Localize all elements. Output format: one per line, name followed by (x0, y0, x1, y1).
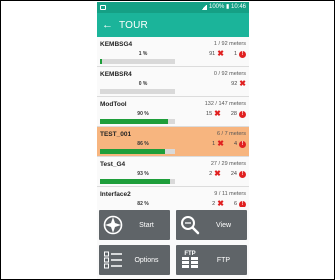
options-button[interactable]: Options (99, 245, 170, 275)
tour-counts: 1 ✖ 4 ! (212, 140, 246, 148)
error-count: 92 (231, 81, 238, 87)
alert-count: 28 (230, 111, 237, 117)
signal-icon (201, 5, 207, 10)
list-item[interactable]: KEMBSG4 1 / 92 meters 1 % 91 ✖ 1 ! (97, 37, 249, 67)
view-label: View (215, 221, 232, 229)
ftp-label: FTP (216, 256, 231, 264)
alert-icon: ! (239, 140, 246, 148)
start-button[interactable]: Start (99, 210, 170, 240)
tour-meters: 9 / 11 meters (214, 191, 246, 197)
tour-meters: 1 / 92 meters (213, 41, 246, 47)
ftp-server-icon: FTP (176, 245, 204, 275)
list-item[interactable]: Interface2 9 / 11 meters 82 % 2 ✖ 6 ! (97, 187, 249, 207)
error-count: 1 (212, 141, 216, 147)
tour-percent: 1 % (138, 51, 148, 57)
tour-percent: 0 % (138, 81, 148, 87)
tour-percent: 90 % (137, 111, 149, 117)
progress-bar (100, 179, 175, 184)
tour-name: KEMBSG4 (100, 41, 133, 48)
status-text: 100% ▮ 10:46 (209, 4, 246, 10)
tour-percent: 86 % (137, 141, 149, 147)
start-label: Start (139, 221, 154, 229)
tour-name: Interface2 (100, 191, 131, 198)
tour-counts: 91 ✖ 1 ! (209, 50, 246, 58)
magnifier-icon (176, 210, 204, 240)
play-icon (99, 210, 127, 240)
progress-bar (100, 119, 175, 124)
progress-bar (100, 149, 175, 154)
alert-count: 4 (233, 141, 237, 147)
tour-percent: 93 % (137, 171, 149, 177)
tour-counts: 15 ✖ 28 ! (206, 110, 246, 118)
progress-fill (100, 59, 102, 64)
error-x-icon: ✖ (217, 139, 224, 148)
tour-counts: 92 ✖ (231, 80, 246, 88)
progress-bar (100, 59, 175, 64)
tour-meters: 0 / 92 meters (213, 71, 246, 77)
notification-icon (100, 5, 106, 10)
action-buttons: Start View Options FTP FTP (97, 207, 249, 279)
checklist-icon (99, 245, 127, 275)
view-button[interactable]: View (176, 210, 247, 240)
tour-meters: 6 / 7 meters (216, 131, 246, 137)
alert-icon: ! (239, 110, 246, 118)
error-count: 15 (206, 111, 213, 117)
tour-name: Test_G4 (100, 161, 126, 168)
progress-bar (100, 89, 175, 94)
tour-counts: 2 ✖ 6 ! (212, 200, 246, 207)
status-bar: 100% ▮ 10:46 (97, 2, 249, 13)
tour-list[interactable]: KEMBSG4 1 / 92 meters 1 % 91 ✖ 1 ! KEMBS… (97, 37, 249, 207)
options-label: Options (134, 256, 159, 264)
progress-fill (100, 119, 168, 124)
list-item[interactable]: ModTool 132 / 147 meters 90 % 15 ✖ 28 ! (97, 97, 249, 127)
tour-name: TEST_001 (100, 131, 132, 138)
list-item-selected[interactable]: TEST_001 6 / 7 meters 86 % 1 ✖ 4 ! (97, 127, 249, 157)
tour-counts: 2 ✖ 24 ! (209, 170, 246, 178)
alert-icon: ! (239, 170, 246, 178)
progress-fill (100, 149, 165, 154)
back-arrow-icon[interactable]: ← (102, 19, 113, 31)
ftp-icon-text: FTP (184, 251, 195, 257)
app-bar: ← TOUR (97, 13, 249, 37)
phone-screen: 100% ▮ 10:46 ← TOUR KEMBSG4 1 / 92 meter… (97, 2, 249, 279)
error-x-icon: ✖ (214, 109, 221, 118)
error-x-icon: ✖ (217, 199, 224, 208)
error-x-icon: ✖ (239, 79, 246, 88)
page-title: TOUR (119, 19, 148, 31)
tour-meters: 27 / 29 meters (210, 161, 246, 167)
tour-meters: 132 / 147 meters (204, 101, 246, 107)
ftp-button[interactable]: FTP FTP (176, 245, 247, 275)
error-x-icon: ✖ (217, 49, 224, 58)
alert-icon: ! (239, 50, 246, 58)
error-x-icon: ✖ (214, 169, 221, 178)
alert-count: 1 (233, 51, 237, 57)
list-item[interactable]: Test_G4 27 / 29 meters 93 % 2 ✖ 24 ! (97, 157, 249, 187)
tour-name: KEMBSR4 (100, 71, 132, 78)
error-count: 2 (209, 171, 213, 177)
error-count: 91 (209, 51, 216, 57)
alert-count: 24 (230, 171, 237, 177)
progress-fill (100, 179, 170, 184)
list-item[interactable]: KEMBSR4 0 / 92 meters 0 % 92 ✖ (97, 67, 249, 97)
tour-name: ModTool (100, 101, 127, 108)
